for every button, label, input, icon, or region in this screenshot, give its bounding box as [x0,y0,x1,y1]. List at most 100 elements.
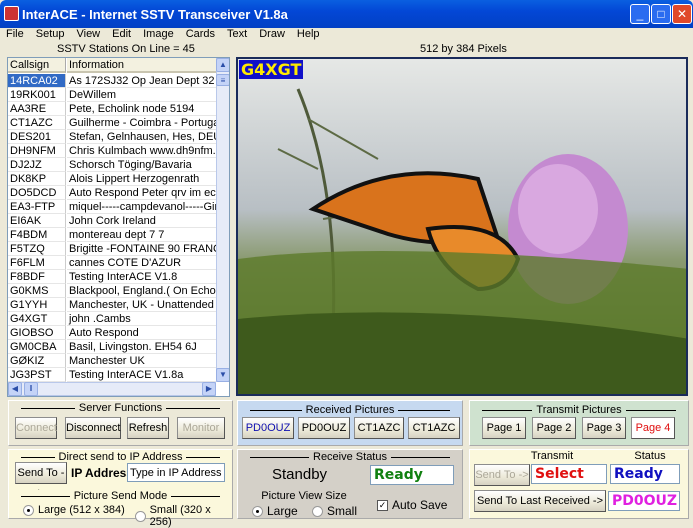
menu-draw[interactable]: Draw [253,28,291,42]
menu-edit[interactable]: Edit [106,28,137,42]
hscroll-thumb[interactable]: ‖ [24,382,38,396]
column-callsign[interactable]: Callsign [8,58,66,73]
callsign-overlay: G4XGT [239,60,304,79]
station-list[interactable]: Callsign Information 14RCA02 As 172SJ32 O… [7,57,230,397]
information-cell: Alois Lippert Herzogenrath [67,172,217,186]
view-large-radio[interactable]: Large [252,504,298,518]
page-4-button[interactable]: Page 4 [631,417,675,439]
station-row[interactable]: GM0CBA Basil, Livingston. EH54 6J [8,340,217,354]
callsign-cell: G0KMS [8,284,66,298]
column-information[interactable]: Information [67,58,217,73]
information-cell: Brigitte -FONTAINE 90 FRANCE Fr [67,242,217,256]
callsign-cell: GIOBSO [8,326,66,340]
callsign-cell: EA3-FTP [8,200,66,214]
scroll-down-icon[interactable]: ▼ [216,368,229,382]
send-mode-small-radio[interactable]: Small (320 x 256) [135,504,232,528]
station-row[interactable]: G1YYHManchester, UK - Unattended outs [8,298,217,312]
station-row[interactable]: F4BDM montereau dept 7 7 [8,228,217,242]
transmit-target-field[interactable]: Select [531,464,607,484]
send-to-last-received-button[interactable]: Send To Last Received -> [474,490,606,512]
connect-button[interactable]: Connect [15,417,57,439]
information-cell: Testing InterACE V1.8a [67,368,217,382]
information-cell: Testing InterACE V1.8 [67,270,217,284]
information-cell: Guilherme - Coimbra - Portugal [67,116,217,130]
information-cell: DeWillem [67,88,217,102]
server-functions-panel: Server Functions Connect Disconnect Refr… [8,400,233,446]
station-row[interactable]: EA3-FTPmiquel-----campdevanol-----Girona [8,200,217,214]
menu-image[interactable]: Image [137,28,180,42]
callsign-cell: DJ2JZ [8,158,66,172]
minimize-button[interactable]: _ [630,4,650,24]
page-1-button[interactable]: Page 1 [482,417,526,439]
callsign-cell: F4BDM [8,228,66,242]
received-picture-1-button[interactable]: PD0OUZ [242,417,294,439]
transmit-title: Transmit [530,450,574,462]
menu-setup[interactable]: Setup [30,28,71,42]
maximize-button[interactable]: □ [651,4,671,24]
station-row[interactable]: 14RCA02 As 172SJ32 Op Jean Dept 32 [8,74,217,88]
close-button[interactable]: ✕ [672,4,692,24]
menu-file[interactable]: File [0,28,30,42]
information-cell: Pete, Echolink node 5194 [67,102,217,116]
station-row[interactable]: CT1AZC Guilherme - Coimbra - Portugal [8,116,217,130]
information-cell: Basil, Livingston. EH54 6J [67,340,217,354]
transmit-status-field: Ready [610,464,680,484]
view-small-radio[interactable]: Small [312,504,357,518]
received-picture-3-button[interactable]: CT1AZC [354,417,404,439]
ip-address-label: IP Address [71,466,134,480]
callsign-cell: 19RK001 [8,88,66,102]
callsign-cell: DES201 [8,130,66,144]
station-row[interactable]: F6FLM cannes COTE D'AZUR [8,256,217,270]
transmit-pictures-panel: Transmit Pictures Page 1 Page 2 Page 3 P… [469,400,689,446]
page-3-button[interactable]: Page 3 [582,417,626,439]
station-row[interactable]: F5TZQBrigitte -FONTAINE 90 FRANCE Fr [8,242,217,256]
window-title: InterACE - Internet SSTV Transceiver V1.… [22,6,288,22]
station-row[interactable]: GØKIZ Manchester UK [8,354,217,368]
vertical-scrollbar[interactable] [216,58,229,382]
menu-help[interactable]: Help [291,28,326,42]
menu-text[interactable]: Text [221,28,253,42]
station-row[interactable]: DK8KP Alois Lippert Herzogenrath [8,172,217,186]
station-row[interactable]: DO5DCDAuto Respond Peter qrv im echolinl [8,186,217,200]
auto-save-checkbox[interactable]: ✓ Auto Save [377,498,447,512]
callsign-cell: F5TZQ [8,242,66,256]
menu-bar: File Setup View Edit Image Cards Text Dr… [0,28,693,42]
menu-cards[interactable]: Cards [180,28,221,42]
page-2-button[interactable]: Page 2 [532,417,576,439]
station-row[interactable]: DH9NFM Chris Kulmbach www.dh9nfm.de [8,144,217,158]
last-received-field: PD0OUZ [608,491,680,511]
station-row[interactable]: AA3RE Pete, Echolink node 5194 [8,102,217,116]
picture-view-size-title: Picture View Size [244,490,364,502]
station-row[interactable]: G0KMSBlackpool, England.( On Echolink ) [8,284,217,298]
menu-view[interactable]: View [70,28,106,42]
received-picture-2-button[interactable]: PD0OUZ [298,417,350,439]
checkmark-icon: ✓ [377,499,388,511]
received-pictures-title: Received Pictures [238,404,462,416]
scroll-right-icon[interactable]: ▶ [202,382,216,396]
send-mode-large-radio[interactable]: Large (512 x 384) [23,504,125,516]
callsign-cell: JG3PST [8,368,66,382]
information-cell: cannes COTE D'AZUR [67,256,217,270]
information-cell: miquel-----campdevanol-----Girona [67,200,217,214]
station-row[interactable]: GIOBSO Auto Respond [8,326,217,340]
information-cell: montereau dept 7 7 [67,228,217,242]
disconnect-button[interactable]: Disconnect [65,417,121,439]
scroll-thumb[interactable]: ≡ [216,74,229,86]
information-cell: Manchester UK [67,354,217,368]
transmit-send-to-button[interactable]: Send To -> [474,464,530,486]
scroll-left-icon[interactable]: ◀ [8,382,22,396]
monitor-button[interactable]: Monitor [177,417,225,439]
station-row[interactable]: F8BDF Testing InterACE V1.8 [8,270,217,284]
station-row[interactable]: DES201Stefan, Gelnhausen, Hes, DEU, JO [8,130,217,144]
station-row[interactable]: 19RK001 DeWillem [8,88,217,102]
station-row[interactable]: EI6AK John Cork Ireland [8,214,217,228]
ip-address-input[interactable] [127,463,225,482]
station-row[interactable]: DJ2JZ Schorsch Töging/Bavaria [8,158,217,172]
horizontal-scrollbar[interactable] [8,382,216,396]
direct-send-to-button[interactable]: Send To -> [15,462,67,499]
station-row[interactable]: JG3PST Testing InterACE V1.8a [8,368,217,382]
station-row[interactable]: G4XGT john .Cambs [8,312,217,326]
scroll-up-icon[interactable]: ▲ [216,58,229,72]
refresh-button[interactable]: Refresh [127,417,169,439]
received-picture-4-button[interactable]: CT1AZC [408,417,460,439]
